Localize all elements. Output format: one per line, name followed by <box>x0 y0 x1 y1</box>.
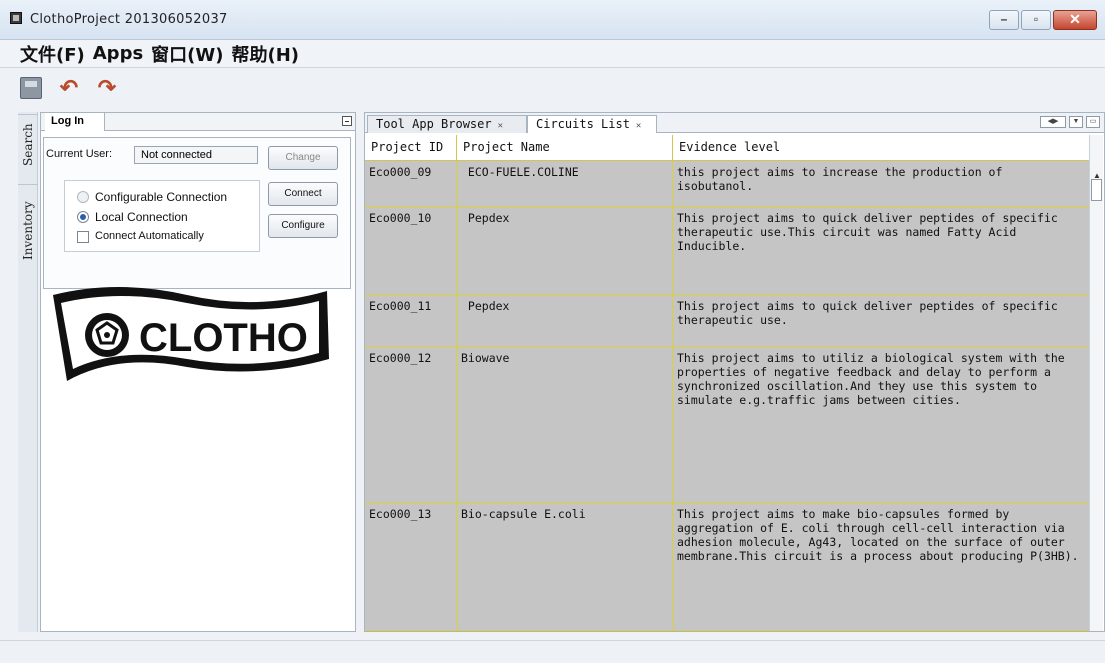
cell-project-id: Eco000_10 <box>365 207 457 294</box>
tab-close-icon[interactable]: ✕ <box>498 121 503 131</box>
window-title: ClothoProject 201306052037 <box>30 12 228 27</box>
tab-tool-app-browser[interactable]: Tool App Browser ✕ <box>367 115 527 133</box>
login-panel: Log In Current User: Not connected Chang… <box>40 112 356 632</box>
close-icon: ✕ <box>1069 11 1081 27</box>
maximize-icon: ▫ <box>1033 12 1039 26</box>
cell-project-id: Eco000_12 <box>365 347 457 502</box>
cell-project-name: Pepdex <box>457 207 673 294</box>
table-row[interactable]: Eco000_09 ECO-FUELE.COLINE this project … <box>365 161 1089 207</box>
undo-icon[interactable]: ↶ <box>58 77 80 99</box>
cell-project-name: Bio-capsule E.coli <box>457 503 673 630</box>
circuits-table: Project ID Project Name Evidence level E… <box>365 135 1089 631</box>
cell-project-name: Biowave <box>457 347 673 502</box>
cell-evidence: This project aims to quick deliver pepti… <box>677 211 1058 253</box>
local-connection-radio[interactable] <box>77 211 89 223</box>
tab-close-icon[interactable]: ✕ <box>636 121 641 131</box>
connection-options: Configurable Connection Local Connection… <box>64 180 260 252</box>
window-controls: – ▫ ✕ <box>989 10 1097 30</box>
side-tab-inventory[interactable]: Inventory <box>18 184 38 276</box>
cell-project-id: Eco000_13 <box>365 503 457 630</box>
configure-button[interactable]: Configure <box>268 214 338 238</box>
cell-evidence: This project aims to make bio-capsules f… <box>677 507 1079 563</box>
vertical-scrollbar[interactable]: ▲ <box>1089 135 1103 631</box>
save-icon[interactable] <box>20 77 42 99</box>
toolbar: ↶ ↷ <box>0 68 1105 108</box>
side-tabs: Search Inventory <box>18 112 38 632</box>
tab-circuits-list[interactable]: Circuits List ✕ <box>527 115 657 133</box>
configurable-connection-label: Configurable Connection <box>95 190 228 204</box>
tab-nav: ◀▶ ▼ ▭ <box>1040 116 1100 128</box>
redo-icon[interactable]: ↷ <box>96 77 118 99</box>
close-button[interactable]: ✕ <box>1053 10 1097 30</box>
table-row[interactable]: Eco000_10 Pepdex This project aims to qu… <box>365 207 1089 295</box>
menu-apps[interactable]: Apps <box>93 43 143 64</box>
column-header-project-name[interactable]: Project Name <box>457 135 673 160</box>
connect-automatically-checkbox[interactable] <box>77 231 89 243</box>
column-header-project-id[interactable]: Project ID <box>365 135 457 160</box>
table-row[interactable]: Eco000_11 Pepdex This project aims to qu… <box>365 295 1089 347</box>
minimize-icon: – <box>1000 12 1008 26</box>
connect-automatically-label: Connect Automatically <box>95 230 204 242</box>
configurable-connection-radio[interactable] <box>77 191 89 203</box>
clotho-logo-graphic: CLOTHO <box>53 287 329 381</box>
connect-button[interactable]: Connect <box>268 182 338 206</box>
maximize-window-icon[interactable]: ▭ <box>1086 116 1100 128</box>
local-connection-label: Local Connection <box>95 210 188 224</box>
tab-label: Circuits List <box>536 117 630 131</box>
clotho-logo-text: CLOTHO <box>139 316 308 360</box>
menu-file[interactable]: 文件(F) <box>20 41 85 67</box>
login-form: Current User: Not connected Change Confi… <box>43 137 351 289</box>
cell-evidence: this project aims to increase the produc… <box>677 165 1003 193</box>
editor-area: Tool App Browser ✕ Circuits List ✕ ◀▶ ▼ ▭ … <box>364 112 1105 632</box>
tab-list-icon[interactable]: ▼ <box>1069 116 1083 128</box>
minimize-panel-icon[interactable] <box>342 116 352 126</box>
login-tab[interactable]: Log In <box>45 113 105 131</box>
column-header-evidence-level[interactable]: Evidence level <box>673 135 1089 160</box>
cell-project-id: Eco000_11 <box>365 295 457 346</box>
scroll-tabs-icon[interactable]: ◀▶ <box>1040 116 1066 128</box>
menu-window[interactable]: 窗口(W) <box>151 41 223 67</box>
current-user-label: Current User: <box>46 148 113 160</box>
cell-project-name: Pepdex <box>457 295 673 346</box>
scrollbar-thumb[interactable] <box>1091 179 1102 201</box>
table-row[interactable]: Eco000_12 Biowave This project aims to u… <box>365 347 1089 503</box>
side-tab-search[interactable]: Search <box>18 114 38 174</box>
status-bar <box>0 640 1105 663</box>
title-bar: ClothoProject 201306052037 – ▫ ✕ <box>0 0 1105 40</box>
editor-tabs: Tool App Browser ✕ Circuits List ✕ ◀▶ ▼ ▭ <box>365 113 1104 133</box>
menu-help[interactable]: 帮助(H) <box>231 41 299 67</box>
login-panel-header: Log In <box>41 113 355 131</box>
current-user-value: Not connected <box>134 146 258 164</box>
cell-project-id: Eco000_09 <box>365 161 457 206</box>
maximize-button[interactable]: ▫ <box>1021 10 1051 30</box>
cell-evidence: This project aims to quick deliver pepti… <box>677 299 1058 327</box>
menu-bar: 文件(F) Apps 窗口(W) 帮助(H) <box>0 40 1105 68</box>
cell-project-name: ECO-FUELE.COLINE <box>457 161 673 206</box>
cell-evidence: This project aims to utiliz a biological… <box>677 351 1065 407</box>
table-row[interactable]: Eco000_13 Bio-capsule E.coli This projec… <box>365 503 1089 631</box>
minimize-button[interactable]: – <box>989 10 1019 30</box>
clotho-logo: CLOTHO <box>47 281 331 401</box>
change-button[interactable]: Change <box>268 146 338 170</box>
table-header: Project ID Project Name Evidence level <box>365 135 1089 161</box>
tab-label: Tool App Browser <box>376 117 492 131</box>
app-icon <box>10 12 22 24</box>
